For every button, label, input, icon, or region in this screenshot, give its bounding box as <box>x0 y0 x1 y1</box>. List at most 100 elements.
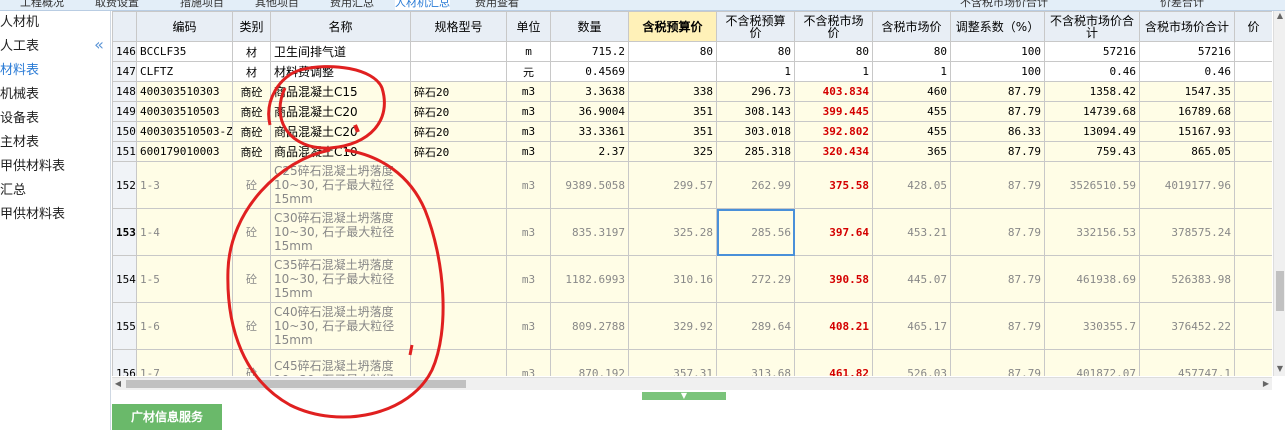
cell-unit[interactable]: m3 <box>506 255 551 303</box>
cell-coef[interactable]: 100 <box>950 61 1045 82</box>
vertical-scroll-thumb[interactable] <box>1276 271 1284 311</box>
row-number[interactable]: 149 <box>112 101 137 122</box>
horizontal-scroll-thumb[interactable] <box>126 380 466 388</box>
cell-tax-market[interactable]: 465.17 <box>872 302 951 350</box>
column-header-13[interactable]: 价 <box>1234 11 1272 42</box>
cell-tax-total[interactable]: 526383.98 <box>1139 255 1235 303</box>
cell-price-diff[interactable] <box>1234 349 1272 376</box>
table-row[interactable]: 1561-7砼C45碎石混凝土坍落度10~30, 石子最大粒径 m3870.192… <box>112 349 1272 376</box>
cell-notax-budget[interactable]: 272.29 <box>716 255 795 303</box>
cell-type[interactable]: 商砼 <box>232 81 271 102</box>
cell-spec[interactable]: 碎石20 <box>410 121 507 142</box>
cell-tax-market[interactable]: 455 <box>872 121 951 142</box>
cell-unit[interactable]: m3 <box>506 302 551 350</box>
cell-code[interactable]: 1-7 <box>136 349 233 376</box>
cell-tax-total[interactable]: 4019177.96 <box>1139 161 1235 209</box>
cell-type[interactable]: 材 <box>232 61 271 82</box>
sidebar-item-0[interactable]: 人材机 <box>0 11 110 35</box>
cell-notax-budget[interactable]: 262.99 <box>716 161 795 209</box>
top-tab-2[interactable]: 措施项目 <box>180 0 224 10</box>
cell-notax-market[interactable]: 399.445 <box>794 101 873 122</box>
cell-notax-total[interactable]: 14739.68 <box>1044 101 1140 122</box>
cell-spec[interactable] <box>410 208 507 256</box>
table-row[interactable]: 149 400303510503 商砼 商品混凝土C20 碎石20 m3 36.9004 35… <box>112 101 1272 122</box>
cell-unit[interactable]: m3 <box>506 141 551 162</box>
cell-notax-budget[interactable]: 1 <box>716 61 795 82</box>
cell-notax-total[interactable]: 330355.7 <box>1044 302 1140 350</box>
cell-type[interactable]: 商砼 <box>232 121 271 142</box>
cell-unit[interactable]: 元 <box>506 61 551 82</box>
cell-tax-total[interactable]: 378575.24 <box>1139 208 1235 256</box>
double-chevron-left-icon[interactable]: « <box>90 35 108 54</box>
cell-notax-total[interactable]: 332156.53 <box>1044 208 1140 256</box>
sidebar-item-4[interactable]: 设备表 <box>0 107 110 131</box>
cell-qty[interactable]: 36.9004 <box>550 101 629 122</box>
cell-tax-budget[interactable]: 325 <box>628 141 717 162</box>
cell-tax-budget[interactable]: 310.16 <box>628 255 717 303</box>
cell-tax-market[interactable]: 445.07 <box>872 255 951 303</box>
table-row[interactable]: 148 400303510303 商砼 商品混凝土C15 碎石20 m3 3.3638 338… <box>112 81 1272 102</box>
cell-notax-total[interactable]: 461938.69 <box>1044 255 1140 303</box>
column-header-10[interactable]: 调整系数（%） <box>950 11 1045 42</box>
sidebar-item-8[interactable]: 甲供材料表 <box>0 203 110 227</box>
vertical-scrollbar[interactable]: ▲ ▼ <box>1273 11 1285 376</box>
cell-qty[interactable]: 9389.5058 <box>550 161 629 209</box>
cell-tax-budget[interactable]: 351 <box>628 121 717 142</box>
cell-tax-budget[interactable]: 80 <box>628 41 717 62</box>
cell-notax-total[interactable]: 759.43 <box>1044 141 1140 162</box>
cell-spec[interactable] <box>410 161 507 209</box>
table-row[interactable]: 150 400303510503-Z 商砼 商品混凝土C20 碎石20 m3 33.3361… <box>112 121 1272 142</box>
column-header-12[interactable]: 含税市场价合计 <box>1139 11 1235 42</box>
cell-notax-budget[interactable]: 303.018 <box>716 121 795 142</box>
cell-qty[interactable]: 0.4569 <box>550 61 629 82</box>
top-tab-3[interactable]: 其他项目 <box>255 0 299 10</box>
cell-price-diff[interactable] <box>1234 141 1272 162</box>
sidebar-item-5[interactable]: 主材表 <box>0 131 110 155</box>
row-number[interactable]: 148 <box>112 81 137 102</box>
table-row[interactable]: 146 BCCLF35 材卫生间排气道 m 715.2 80 80 80 80 100 57216 5… <box>112 41 1272 62</box>
cell-spec[interactable] <box>410 41 507 62</box>
table-row[interactable]: 147 CLFTZ 材材料费调整元 0.4569 1 1 1 100 0.46 0.46 <box>112 61 1272 82</box>
cell-notax-market[interactable]: 392.802 <box>794 121 873 142</box>
cell-notax-total[interactable]: 57216 <box>1044 41 1140 62</box>
cell-spec[interactable]: 碎石20 <box>410 81 507 102</box>
cell-notax-market[interactable]: 461.82 <box>794 349 873 376</box>
top-tab-6[interactable]: 费用查看 <box>475 0 519 10</box>
scroll-right-icon[interactable]: ▶ <box>1260 378 1272 390</box>
cell-notax-market[interactable]: 80 <box>794 41 873 62</box>
row-number[interactable]: 151 <box>112 141 137 162</box>
row-number[interactable]: 152 <box>112 161 137 209</box>
cell-code[interactable]: 1-6 <box>136 302 233 350</box>
row-number[interactable]: 155 <box>112 302 137 350</box>
cell-tax-total[interactable]: 457747.1 <box>1139 349 1235 376</box>
cell-tax-budget[interactable]: 299.57 <box>628 161 717 209</box>
cell-unit[interactable]: m3 <box>506 208 551 256</box>
table-row[interactable]: 155 1-6 砼 C40碎石混凝土坍落度10~30, 石子最大粒径15mm m3 809… <box>112 302 1272 350</box>
top-tab-0[interactable]: 工程概况 <box>20 0 64 10</box>
cell-spec[interactable] <box>410 349 507 376</box>
cell-qty[interactable]: 835.3197 <box>550 208 629 256</box>
cell-tax-market[interactable]: 428.05 <box>872 161 951 209</box>
cell-notax-total[interactable]: 0.46 <box>1044 61 1140 82</box>
cell-unit[interactable]: m3 <box>506 121 551 142</box>
cell-coef[interactable]: 87.79 <box>950 302 1045 350</box>
cell-notax-market[interactable]: 408.21 <box>794 302 873 350</box>
sidebar-item-7[interactable]: 汇总 <box>0 179 110 203</box>
cell-tax-market[interactable]: 80 <box>872 41 951 62</box>
column-header-2[interactable]: 名称 <box>270 11 411 42</box>
top-tab-1[interactable]: 取费设置 <box>95 0 139 10</box>
cell-coef[interactable]: 87.79 <box>950 349 1045 376</box>
cell-coef[interactable]: 86.33 <box>950 121 1045 142</box>
cell-type[interactable]: 砼 <box>232 349 271 376</box>
table-row[interactable]: 154 1-5 砼 C35碎石混凝土坍落度10~30, 石子最大粒径15mm m3 118… <box>112 255 1272 303</box>
cell-tax-total[interactable]: 1547.35 <box>1139 81 1235 102</box>
cell-code[interactable]: CLFTZ <box>136 61 233 82</box>
material-info-service-button[interactable]: 广材信息服务 <box>112 404 222 430</box>
cell-tax-budget[interactable]: 329.92 <box>628 302 717 350</box>
cell-tax-total[interactable]: 0.46 <box>1139 61 1235 82</box>
cell-code[interactable]: BCCLF35 <box>136 41 233 62</box>
cell-tax-budget[interactable]: 338 <box>628 81 717 102</box>
cell-name[interactable]: 商品混凝土C20 <box>270 121 411 142</box>
cell-tax-market[interactable]: 460 <box>872 81 951 102</box>
column-header-3[interactable]: 规格型号 <box>410 11 507 42</box>
